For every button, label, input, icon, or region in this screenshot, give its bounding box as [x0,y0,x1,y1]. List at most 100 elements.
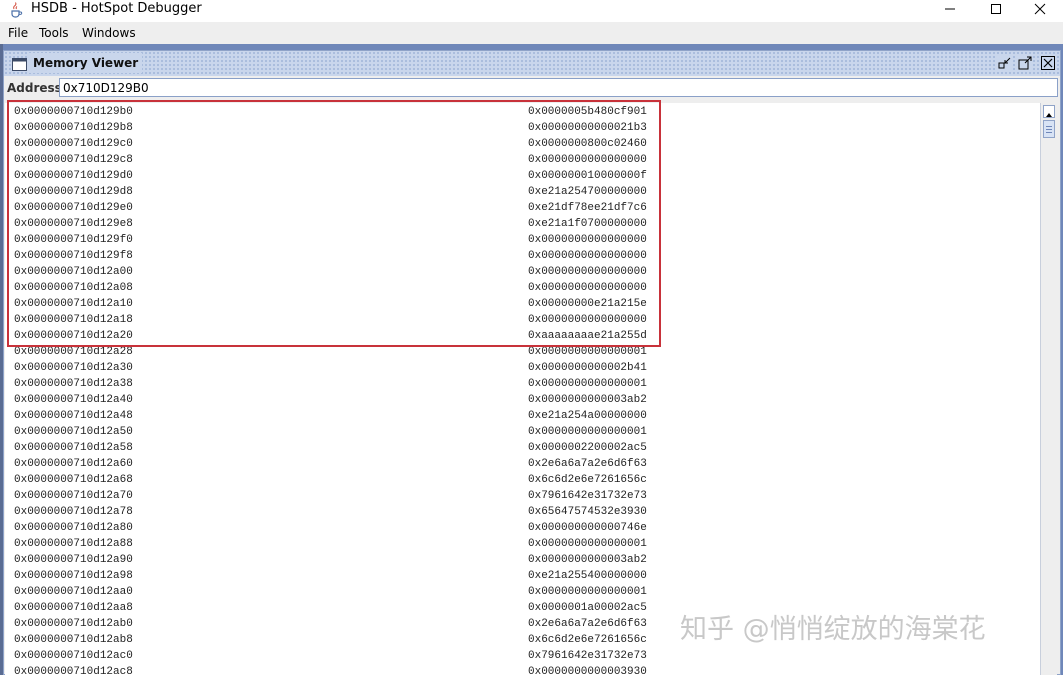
memory-value: 0x0000000000000001 [528,346,647,358]
address-input[interactable] [59,78,1058,97]
memory-address: 0x0000000710d12a60 [14,458,133,470]
minimize-button[interactable] [927,0,973,18]
memory-address: 0x0000000710d12a38 [14,378,133,390]
scroll-thumb[interactable] [1043,120,1055,138]
memory-address: 0x0000000710d12aa0 [14,586,133,598]
memory-row[interactable]: 0x0000000710d12a90 0x0000000000003ab2 [5,552,1040,568]
frame-maximize-icon [1017,56,1033,75]
memory-value: 0x2e6a6a7a2e6d6f63 [528,458,647,470]
frame-maximize-button[interactable] [1017,55,1033,71]
memory-value: 0x0000000000000001 [528,586,647,598]
memory-value: 0x0000005b480cf901 [528,106,647,118]
memory-row[interactable]: 0x0000000710d12a30 0x0000000000002b41 [5,360,1040,376]
memory-address: 0x0000000710d12aa8 [14,602,133,614]
memory-row[interactable]: 0x0000000710d12a70 0x7961642e31732e73 [5,488,1040,504]
memory-address: 0x0000000710d12ab8 [14,634,133,646]
memory-row[interactable]: 0x0000000710d129c0 0x0000000800c02460 [5,136,1040,152]
memory-row[interactable]: 0x0000000710d12a40 0x0000000000003ab2 [5,392,1040,408]
memory-address: 0x0000000710d129b8 [14,122,133,134]
memory-address: 0x0000000710d129f0 [14,234,133,246]
memory-address: 0x0000000710d12ac0 [14,650,133,662]
memory-value: 0x0000000800c02460 [528,138,647,150]
menu-windows[interactable]: Windows [82,26,136,40]
memory-row[interactable]: 0x0000000710d12aa8 0x0000001a00002ac5 [5,600,1040,616]
minimize-icon [944,0,956,19]
memory-address: 0x0000000710d129e0 [14,202,133,214]
memory-row[interactable]: 0x0000000710d12a68 0x6c6d2e6e7261656c [5,472,1040,488]
memory-row[interactable]: 0x0000000710d129c8 0x0000000000000000 [5,152,1040,168]
close-icon [1034,0,1046,19]
memory-row[interactable]: 0x0000000710d12a48 0xe21a254a00000000 [5,408,1040,424]
frame-title-bar[interactable]: Memory Viewer [4,51,1060,76]
memory-address: 0x0000000710d129e8 [14,218,133,230]
memory-value: 0x0000001a00002ac5 [528,602,647,614]
memory-address: 0x0000000710d12a70 [14,490,133,502]
address-row: Address: [4,77,1060,99]
frame-close-button[interactable] [1040,55,1056,71]
memory-value: 0x0000000000000001 [528,538,647,550]
memory-address: 0x0000000710d12a10 [14,298,133,310]
memory-row[interactable]: 0x0000000710d129e8 0xe21a1f0700000000 [5,216,1040,232]
memory-row[interactable]: 0x0000000710d12a60 0x2e6a6a7a2e6d6f63 [5,456,1040,472]
memory-value: 0x6c6d2e6e7261656c [528,634,647,646]
memory-row[interactable]: 0x0000000710d12a50 0x0000000000000001 [5,424,1040,440]
memory-row[interactable]: 0x0000000710d12a28 0x0000000000000001 [5,344,1040,360]
memory-row[interactable]: 0x0000000710d129b0 0x0000005b480cf901 [5,104,1040,120]
memory-row[interactable]: 0x0000000710d12a00 0x0000000000000000 [5,264,1040,280]
memory-row[interactable]: 0x0000000710d12ac0 0x7961642e31732e73 [5,648,1040,664]
maximize-button[interactable] [973,0,1019,18]
memory-address: 0x0000000710d12a28 [14,346,133,358]
memory-row[interactable]: 0x0000000710d12aa0 0x0000000000000001 [5,584,1040,600]
memory-row[interactable]: 0x0000000710d12a18 0x0000000000000000 [5,312,1040,328]
memory-value: 0x0000000000000000 [528,154,647,166]
memory-address: 0x0000000710d12a90 [14,554,133,566]
memory-row[interactable]: 0x0000000710d129f8 0x0000000000000000 [5,248,1040,264]
memory-row[interactable]: 0x0000000710d129d0 0x000000010000000f [5,168,1040,184]
maximize-icon [990,0,1002,19]
memory-value: 0x0000000000000000 [528,282,647,294]
memory-value: 0x000000010000000f [528,170,647,182]
memory-row[interactable]: 0x0000000710d12a58 0x0000002200002ac5 [5,440,1040,456]
memory-address: 0x0000000710d12a48 [14,410,133,422]
memory-value: 0x0000000000000001 [528,378,647,390]
memory-row[interactable]: 0x0000000710d129f0 0x0000000000000000 [5,232,1040,248]
memory-row[interactable]: 0x0000000710d12a38 0x0000000000000001 [5,376,1040,392]
memory-value: 0xe21a254a00000000 [528,410,647,422]
memory-value: 0xe21a255400000000 [528,570,647,582]
memory-address: 0x0000000710d12a80 [14,522,133,534]
memory-row[interactable]: 0x0000000710d12ac8 0x0000000000003930 [5,664,1040,675]
menu-file[interactable]: File [8,26,28,40]
memory-address: 0x0000000710d129b0 [14,106,133,118]
memory-row[interactable]: 0x0000000710d12a08 0x0000000000000000 [5,280,1040,296]
memory-row[interactable]: 0x0000000710d12a80 0x000000000000746e [5,520,1040,536]
memory-value: 0x0000000000002b41 [528,362,647,374]
memory-value: 0x00000000e21a215e [528,298,647,310]
memory-table[interactable]: 0x0000000710d129b0 0x0000005b480cf901 0x00… [5,103,1040,675]
memory-row[interactable]: 0x0000000710d12ab8 0x6c6d2e6e7261656c [5,632,1040,648]
memory-value: 0xe21df78ee21df7c6 [528,202,647,214]
memory-value: 0x0000000000000000 [528,314,647,326]
scroll-up-button[interactable] [1043,105,1055,118]
memory-value: 0xe21a254700000000 [528,186,647,198]
memory-address: 0x0000000710d129c8 [14,154,133,166]
memory-address: 0x0000000710d12a98 [14,570,133,582]
window-title: HSDB - HotSpot Debugger [31,1,202,16]
memory-row[interactable]: 0x0000000710d12a78 0x65647574532e3930 [5,504,1040,520]
menu-tools[interactable]: Tools [39,26,69,40]
memory-value: 0x0000000000000001 [528,426,647,438]
frame-iconify-button[interactable] [997,55,1013,71]
memory-row[interactable]: 0x0000000710d12a98 0xe21a255400000000 [5,568,1040,584]
memory-row[interactable]: 0x0000000710d12a20 0xaaaaaaaae21a255d [5,328,1040,344]
vertical-scrollbar[interactable] [1040,103,1057,675]
memory-row[interactable]: 0x0000000710d129b8 0x00000000000021b3 [5,120,1040,136]
memory-row[interactable]: 0x0000000710d12a10 0x00000000e21a215e [5,296,1040,312]
memory-row[interactable]: 0x0000000710d129d8 0xe21a254700000000 [5,184,1040,200]
memory-address: 0x0000000710d129d0 [14,170,133,182]
memory-row[interactable]: 0x0000000710d12a88 0x0000000000000001 [5,536,1040,552]
memory-row[interactable]: 0x0000000710d12ab0 0x2e6a6a7a2e6d6f63 [5,616,1040,632]
frame-title: Memory Viewer [29,53,143,73]
memory-row[interactable]: 0x0000000710d129e0 0xe21df78ee21df7c6 [5,200,1040,216]
close-button[interactable] [1017,0,1063,18]
memory-value: 0x6c6d2e6e7261656c [528,474,647,486]
memory-address: 0x0000000710d12a08 [14,282,133,294]
